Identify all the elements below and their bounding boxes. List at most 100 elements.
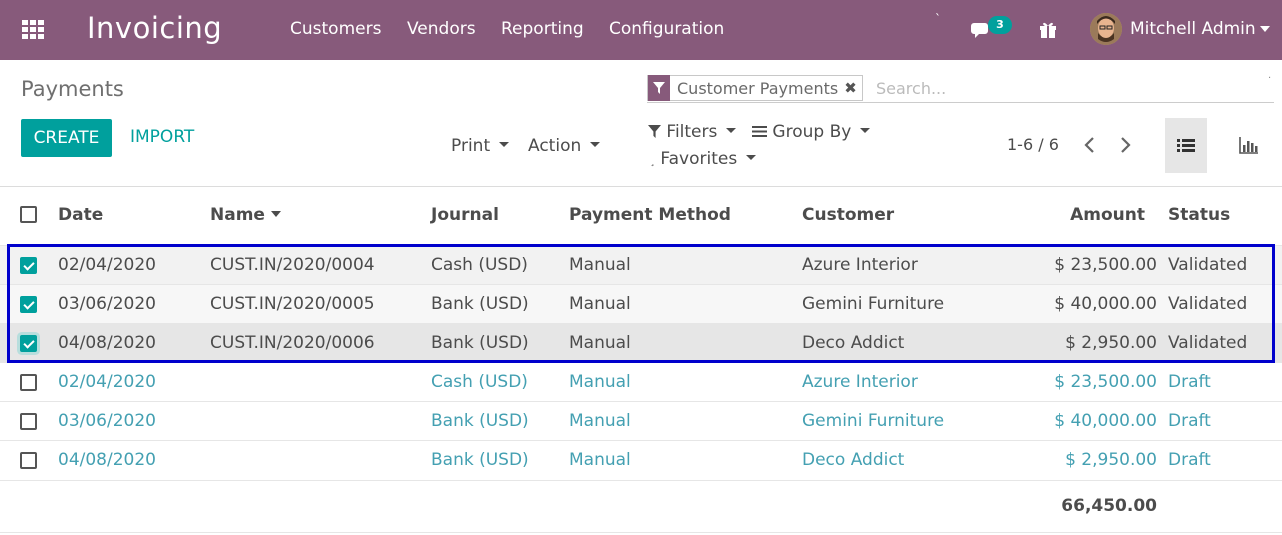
menu-vendors[interactable]: Vendors bbox=[407, 19, 476, 39]
action-label: Action bbox=[528, 136, 582, 156]
chat-count-badge: 3 bbox=[988, 16, 1012, 34]
create-button[interactable]: CREATE bbox=[21, 119, 112, 157]
cell-date: 02/04/2020 bbox=[58, 255, 156, 275]
print-label: Print bbox=[451, 136, 491, 156]
table-row[interactable]: 03/06/2020 Bank (USD) Manual Gemini Furn… bbox=[0, 401, 1282, 440]
groupby-label: Group By bbox=[772, 122, 852, 142]
row-checkbox[interactable] bbox=[20, 296, 37, 313]
cell-date: 03/06/2020 bbox=[58, 411, 156, 431]
navbar-tick-mark: ` bbox=[935, 12, 941, 26]
cell-payment-method: Manual bbox=[569, 294, 631, 314]
column-header-journal[interactable]: Journal bbox=[431, 205, 499, 225]
control-panel-divider bbox=[0, 186, 1282, 187]
pager-value[interactable]: 1-6 / 6 bbox=[1007, 135, 1059, 154]
list-view-button[interactable] bbox=[1165, 118, 1207, 173]
groupby-dropdown[interactable]: Group By bbox=[752, 122, 871, 142]
import-button[interactable]: IMPORT bbox=[130, 127, 194, 147]
filter-icon bbox=[648, 75, 670, 101]
table-row[interactable]: 02/04/2020 Cash (USD) Manual Azure Inter… bbox=[0, 362, 1282, 401]
cell-customer: Gemini Furniture bbox=[802, 294, 945, 314]
cell-amount: $ 23,500.00 bbox=[1054, 372, 1157, 392]
cell-name: CUST.IN/2020/0005 bbox=[210, 294, 375, 314]
amount-total: 66,450.00 bbox=[1061, 496, 1157, 516]
cell-date: 04/08/2020 bbox=[58, 450, 156, 470]
caret-down-icon bbox=[726, 127, 737, 133]
column-header-customer[interactable]: Customer bbox=[802, 205, 894, 225]
column-header-payment-method[interactable]: Payment Method bbox=[569, 205, 731, 225]
row-checkbox[interactable] bbox=[20, 413, 37, 430]
cell-payment-method: Manual bbox=[569, 411, 631, 431]
table-row[interactable]: 03/06/2020 CUST.IN/2020/0005 Bank (USD) … bbox=[0, 284, 1282, 323]
row-checkbox[interactable] bbox=[20, 452, 37, 469]
cell-customer: Deco Addict bbox=[802, 450, 905, 470]
cell-status: Draft bbox=[1168, 450, 1211, 470]
menu-configuration[interactable]: Configuration bbox=[609, 19, 724, 39]
cell-name: CUST.IN/2020/0004 bbox=[210, 255, 375, 275]
apps-menu-icon[interactable] bbox=[22, 20, 44, 39]
list-icon bbox=[1177, 139, 1195, 152]
cell-payment-method: Manual bbox=[569, 372, 631, 392]
caret-down-icon bbox=[590, 141, 601, 147]
cell-payment-method: Manual bbox=[569, 255, 631, 275]
row-checkbox[interactable] bbox=[20, 374, 37, 391]
row-checkbox[interactable] bbox=[20, 257, 37, 274]
cell-status: Validated bbox=[1168, 294, 1248, 314]
user-avatar[interactable] bbox=[1090, 13, 1122, 45]
cell-amount: $ 2,950.00 bbox=[1065, 450, 1157, 470]
cell-status: Validated bbox=[1168, 333, 1248, 353]
column-header-name-label: Name bbox=[210, 205, 265, 225]
table-row[interactable]: 02/04/2020 CUST.IN/2020/0004 Cash (USD) … bbox=[0, 245, 1282, 284]
cell-customer: Azure Interior bbox=[802, 372, 918, 392]
column-header-amount[interactable]: Amount bbox=[1000, 205, 1145, 225]
search-input[interactable] bbox=[876, 76, 1266, 100]
pager-next-icon[interactable] bbox=[1115, 134, 1135, 156]
column-header-date[interactable]: Date bbox=[58, 205, 103, 225]
cell-payment-method: Manual bbox=[569, 333, 631, 353]
favorites-dropdown[interactable]: ¸ Favorites bbox=[650, 149, 757, 169]
cell-amount: $ 40,000.00 bbox=[1054, 411, 1157, 431]
app-title: Invoicing bbox=[87, 11, 223, 45]
search-options-icon[interactable]: · bbox=[1268, 73, 1271, 84]
caret-down-icon bbox=[860, 127, 871, 133]
caret-down-icon bbox=[746, 154, 757, 160]
cell-status: Draft bbox=[1168, 411, 1211, 431]
table-footer-divider bbox=[0, 480, 1282, 481]
menu-customers[interactable]: Customers bbox=[290, 19, 381, 39]
bars-icon bbox=[752, 126, 767, 137]
graph-view-icon[interactable] bbox=[1236, 132, 1262, 158]
cell-date: 03/06/2020 bbox=[58, 294, 156, 314]
cell-customer: Deco Addict bbox=[802, 333, 905, 353]
cell-amount: $ 40,000.00 bbox=[1054, 294, 1157, 314]
table-row[interactable]: 04/08/2020 CUST.IN/2020/0006 Bank (USD) … bbox=[0, 323, 1282, 362]
user-name[interactable]: Mitchell Admin bbox=[1130, 19, 1256, 39]
cell-journal: Bank (USD) bbox=[431, 411, 529, 431]
cell-date: 02/04/2020 bbox=[58, 372, 156, 392]
cell-payment-method: Manual bbox=[569, 450, 631, 470]
breadcrumb-title: Payments bbox=[21, 77, 124, 101]
cell-status: Validated bbox=[1168, 255, 1248, 275]
user-menu-caret-icon[interactable] bbox=[1260, 26, 1270, 32]
cell-date: 04/08/2020 bbox=[58, 333, 156, 353]
gift-icon[interactable] bbox=[1037, 19, 1059, 39]
facet-label: Customer Payments bbox=[677, 78, 839, 98]
select-all-checkbox[interactable] bbox=[20, 206, 37, 223]
action-dropdown[interactable]: Action bbox=[528, 136, 601, 156]
pager-previous-icon[interactable] bbox=[1080, 134, 1100, 156]
remove-facet-icon[interactable]: ✖ bbox=[844, 79, 862, 97]
filters-dropdown[interactable]: Filters bbox=[648, 122, 737, 142]
cell-amount: $ 23,500.00 bbox=[1054, 255, 1157, 275]
table-row[interactable]: 04/08/2020 Bank (USD) Manual Deco Addict… bbox=[0, 440, 1282, 479]
cell-journal: Cash (USD) bbox=[431, 255, 528, 275]
cell-journal: Bank (USD) bbox=[431, 294, 529, 314]
print-dropdown[interactable]: Print bbox=[451, 136, 510, 156]
column-header-status[interactable]: Status bbox=[1168, 205, 1230, 225]
menu-reporting[interactable]: Reporting bbox=[501, 19, 584, 39]
star-icon: ¸ bbox=[650, 156, 655, 167]
top-navbar: Invoicing Customers Vendors Reporting Co… bbox=[0, 0, 1282, 60]
search-facet[interactable]: Customer Payments ✖ bbox=[647, 75, 863, 101]
row-checkbox[interactable] bbox=[20, 335, 37, 352]
cell-status: Draft bbox=[1168, 372, 1211, 392]
column-header-name[interactable]: Name bbox=[210, 205, 281, 225]
cell-customer: Gemini Furniture bbox=[802, 411, 945, 431]
cell-amount: $ 2,950.00 bbox=[1065, 333, 1157, 353]
